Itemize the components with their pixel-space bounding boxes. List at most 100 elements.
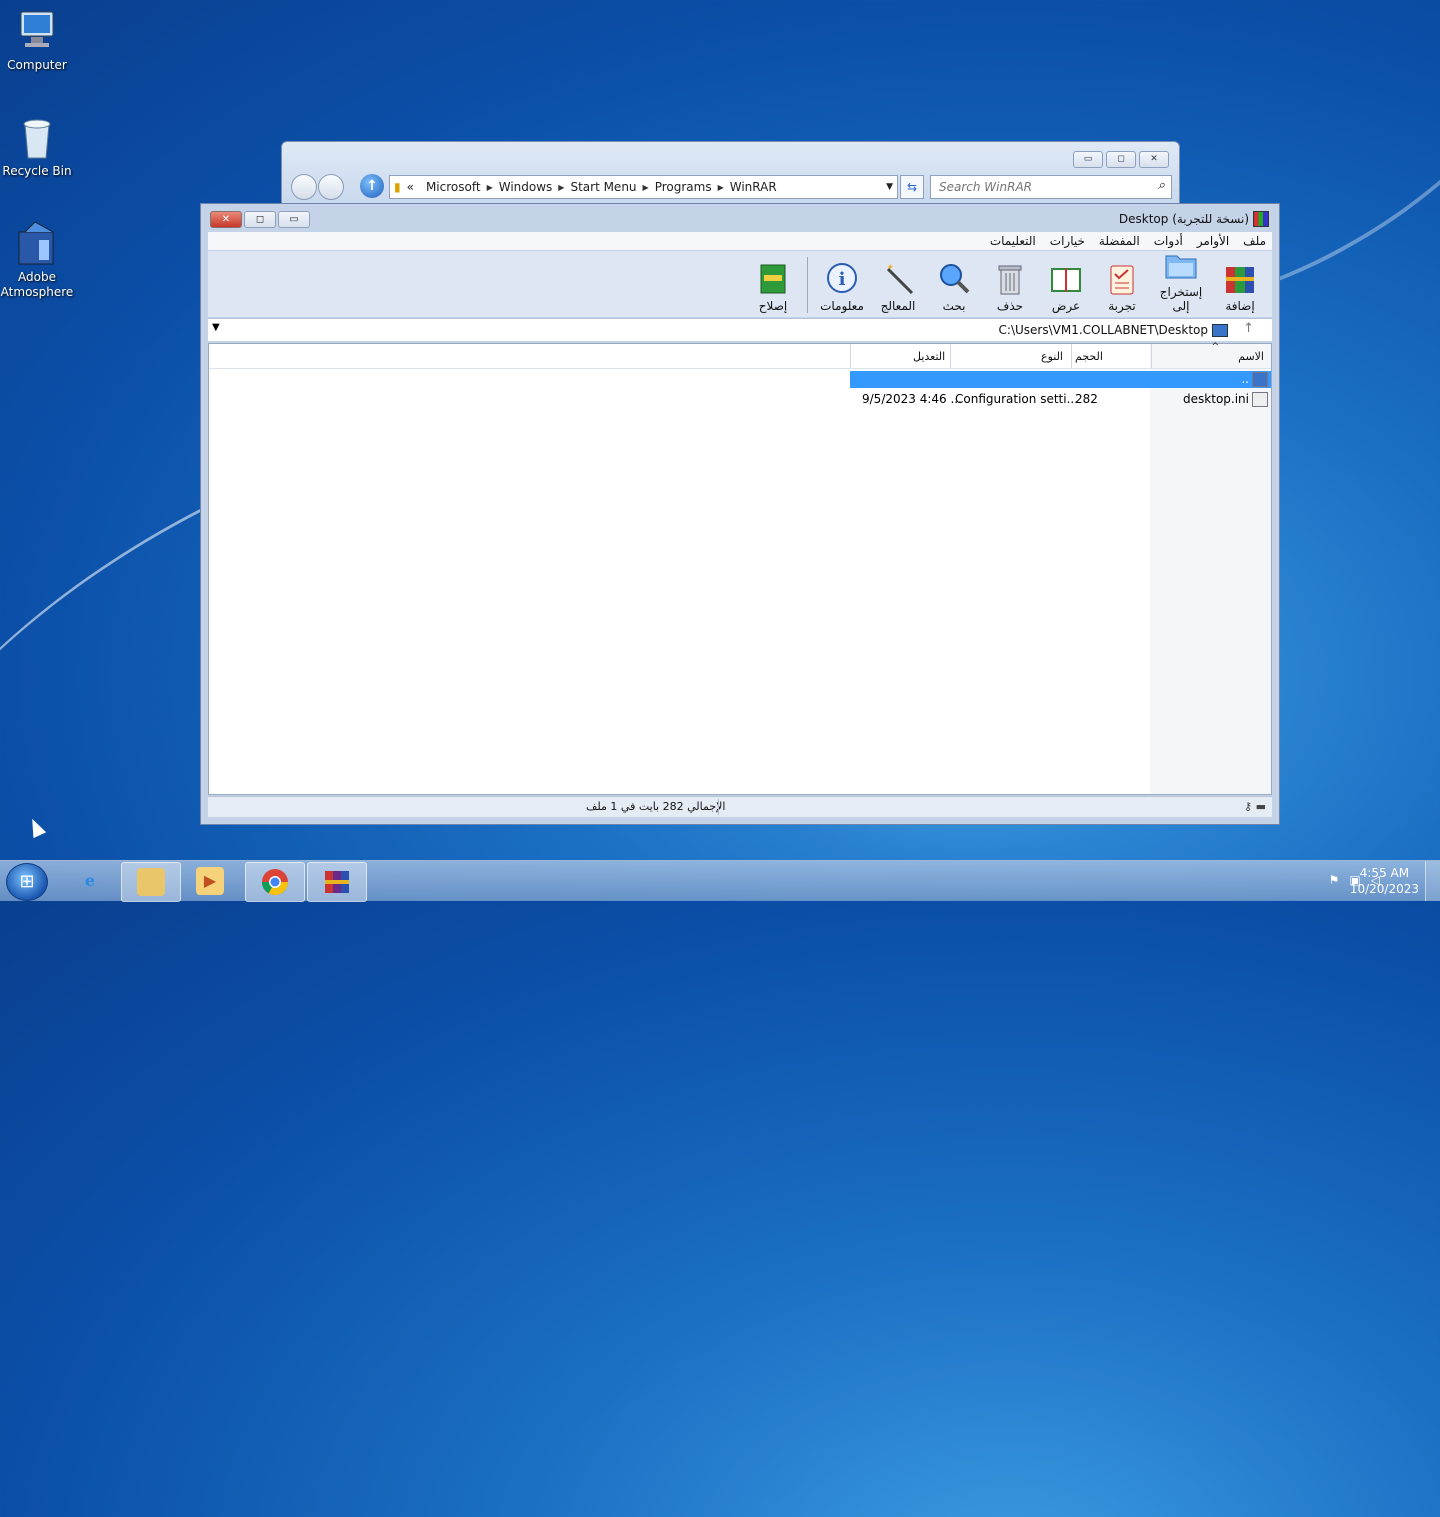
wizard-label: المعالج — [880, 299, 916, 313]
toolbar-separator — [807, 257, 808, 313]
explorer-window[interactable]: ▭ ◻ ✕ ↑ ▮ « Microsoft ▶ Windows ▶ Start … — [281, 141, 1180, 205]
add-label: إضافة — [1225, 299, 1255, 313]
menu-commands[interactable]: الأوامر — [1197, 234, 1229, 248]
maximize-button[interactable]: ◻ — [244, 211, 276, 228]
list-header: الاسم ^ الحجم النوع التعديل — [209, 342, 1271, 369]
breadcrumb-microsoft[interactable]: Microsoft — [426, 180, 481, 194]
column-type[interactable]: النوع — [1041, 350, 1063, 363]
breadcrumb-start-menu[interactable]: Start Menu — [570, 180, 636, 194]
svg-text:✦: ✦ — [880, 263, 882, 279]
wizard-wand-icon: ✦✦ — [870, 261, 916, 297]
name-column-background — [1150, 344, 1271, 794]
breadcrumb-windows[interactable]: Windows — [499, 180, 553, 194]
path-dropdown-icon[interactable]: ▼ — [212, 322, 220, 333]
winrar-window[interactable]: ✕ ◻ ▭ Desktop (نسخة للتجربة) ملف الأوامر… — [200, 203, 1280, 825]
menu-help[interactable]: التعليمات — [990, 234, 1036, 248]
search-box[interactable]: ⌕ — [930, 175, 1172, 199]
view-label: عرض — [1051, 299, 1081, 313]
info-button[interactable]: i معلومات — [814, 261, 870, 313]
back-button[interactable] — [291, 174, 317, 200]
delete-button[interactable]: حذف — [982, 261, 1038, 313]
menu-file[interactable]: ملف — [1243, 234, 1266, 248]
recycle-bin-icon — [13, 114, 61, 162]
show-desktop-button[interactable] — [1425, 861, 1440, 901]
row-modified: 9/5/2023 4:46 ... — [862, 392, 962, 406]
wizard-button[interactable]: ✦✦ المعالج — [870, 261, 926, 313]
test-button[interactable]: تجربة — [1094, 261, 1150, 313]
taskbar: ⊞ e ▶ ⚑ ▣ ◁ 4:55 AM 10/20/2023 — [0, 860, 1440, 902]
maximize-button[interactable]: ◻ — [1106, 151, 1136, 168]
taskbar-media-player[interactable]: ▶ — [181, 862, 239, 900]
repair-button[interactable]: إصلاح — [745, 261, 801, 313]
taskbar-file-explorer[interactable] — [121, 862, 181, 902]
forward-button[interactable] — [318, 174, 344, 200]
desktop-icon-computer[interactable]: Computer — [0, 8, 77, 72]
breadcrumb-programs[interactable]: Programs — [655, 180, 712, 194]
extract-folder-icon — [1163, 247, 1199, 283]
add-button[interactable]: إضافة — [1212, 261, 1268, 313]
column-size[interactable]: الحجم — [1075, 350, 1103, 363]
status-divider — [718, 799, 719, 815]
column-name[interactable]: الاسم — [1238, 350, 1264, 363]
column-modified[interactable]: التعديل — [913, 350, 945, 363]
toolbar: إضافة إستخراج إلى تجربة عرض حذف بحث ✦ ال… — [208, 251, 1272, 317]
clock[interactable]: 4:55 AM 10/20/2023 — [1350, 865, 1419, 897]
key-drive-icon: ⚷ ▬ — [1244, 800, 1266, 813]
column-divider — [1071, 344, 1072, 368]
action-center-icon[interactable]: ⚑ — [1329, 873, 1340, 887]
taskbar-winrar[interactable] — [307, 862, 367, 902]
address-bar[interactable]: ▮ « Microsoft ▶ Windows ▶ Start Menu ▶ P… — [389, 175, 898, 199]
info-icon: i — [824, 261, 860, 297]
menu-favorites[interactable]: المفضلة — [1099, 234, 1140, 248]
minimize-button[interactable]: ▭ — [278, 211, 310, 228]
close-button[interactable]: ✕ — [1139, 151, 1169, 168]
row-type: Configuration setti... — [955, 392, 1079, 406]
breadcrumb-overflow[interactable]: « — [407, 180, 414, 194]
adobe-atmosphere-icon — [13, 220, 61, 268]
extract-to-label: إستخراج إلى — [1159, 285, 1203, 313]
desktop-icon-recycle-bin[interactable]: Recycle Bin — [0, 114, 77, 178]
add-archive-icon — [1222, 261, 1258, 297]
table-row[interactable]: desktop.ini 282 Configuration setti... 9… — [209, 391, 1271, 408]
search-input[interactable] — [937, 179, 1141, 195]
path-bar[interactable]: ↑ C:\Users\VM1.COLLABNET\Desktop ▼ — [208, 318, 1272, 341]
window-controls: ✕ ◻ ▭ — [210, 211, 310, 228]
table-row[interactable]: .. — [850, 371, 1271, 388]
drive-icon — [1212, 324, 1228, 337]
extract-to-button[interactable]: إستخراج إلى — [1150, 247, 1212, 313]
breadcrumb-winrar[interactable]: WinRAR — [730, 180, 777, 194]
file-list[interactable]: الاسم ^ الحجم النوع التعديل .. desktop.i… — [208, 342, 1272, 795]
taskbar-chrome[interactable] — [245, 862, 305, 902]
desktop-icon-adobe-atmosphere[interactable]: Adobe Atmosphere — [0, 220, 77, 300]
internet-explorer-icon: e — [84, 871, 96, 890]
current-path[interactable]: C:\Users\VM1.COLLABNET\Desktop — [999, 323, 1208, 337]
up-button[interactable]: ↑ — [360, 174, 384, 198]
chevron-right-icon[interactable]: ▶ — [718, 183, 724, 192]
find-button[interactable]: بحث — [926, 261, 982, 313]
find-label: بحث — [942, 299, 966, 313]
repair-label: إصلاح — [758, 299, 788, 313]
close-button[interactable]: ✕ — [210, 211, 242, 228]
chevron-right-icon[interactable]: ▶ — [558, 183, 564, 192]
address-dropdown-icon[interactable]: ▼ — [886, 182, 893, 192]
winrar-titlebar[interactable]: ✕ ◻ ▭ Desktop (نسخة للتجربة) — [201, 204, 1279, 232]
info-label: معلومات — [820, 299, 864, 313]
svg-text:i: i — [839, 269, 846, 290]
window-title: Desktop (نسخة للتجربة) — [1119, 211, 1269, 227]
refresh-button[interactable]: ⇆ — [900, 175, 924, 199]
chevron-right-icon[interactable]: ▶ — [487, 183, 493, 192]
start-button[interactable]: ⊞ — [6, 863, 48, 901]
search-icon[interactable]: ⌕ — [1158, 178, 1165, 193]
minimize-button[interactable]: ▭ — [1073, 151, 1103, 168]
row-name: .. — [1241, 372, 1249, 386]
column-divider — [850, 344, 851, 368]
view-button[interactable]: عرض — [1038, 261, 1094, 313]
clock-date: 10/20/2023 — [1349, 882, 1419, 896]
up-arrow-icon[interactable]: ↑ — [1243, 321, 1254, 336]
chevron-right-icon[interactable]: ▶ — [643, 183, 649, 192]
menu-options[interactable]: خيارات — [1050, 234, 1085, 248]
computer-icon — [13, 8, 61, 56]
menu-tools[interactable]: أدوات — [1154, 234, 1183, 248]
taskbar-internet-explorer[interactable]: e — [61, 862, 119, 900]
file-explorer-icon — [137, 868, 165, 896]
